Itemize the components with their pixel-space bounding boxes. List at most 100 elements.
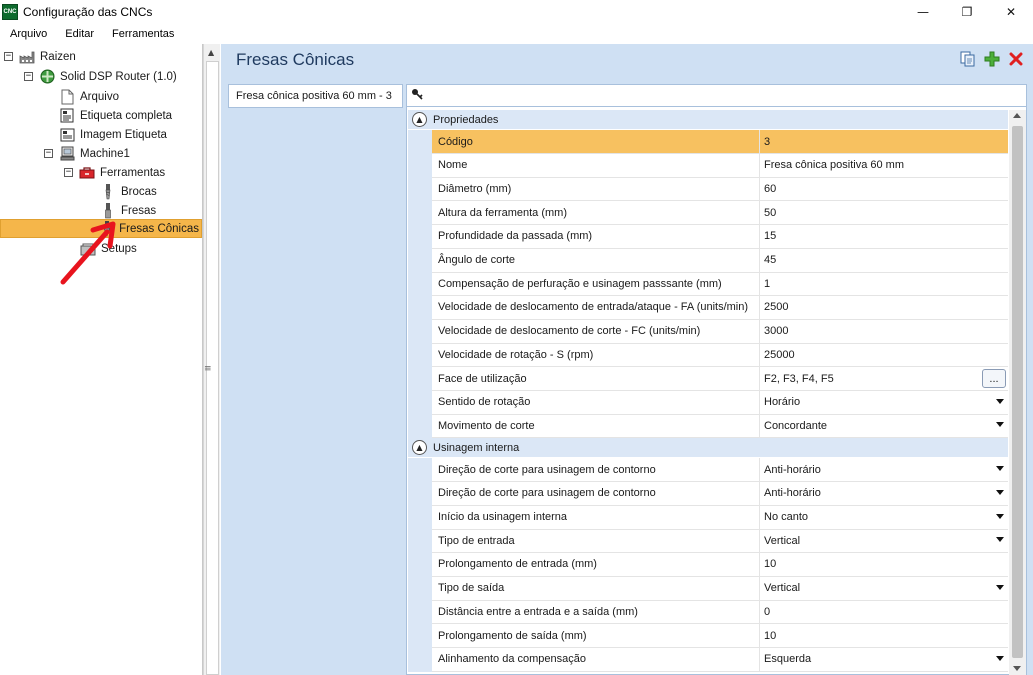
- property-value[interactable]: Horário: [760, 391, 1008, 415]
- property-row[interactable]: Tipo de saída Vertical: [408, 576, 1008, 601]
- property-value[interactable]: 0: [760, 600, 1008, 625]
- dropdown-arrow-icon[interactable]: [996, 489, 1004, 495]
- tree-node-etiqueta-completa[interactable]: Etiqueta completa: [59, 106, 174, 125]
- tree-node-imagem-etiqueta[interactable]: Imagem Etiqueta: [59, 125, 169, 144]
- property-row[interactable]: Nome Fresa cônica positiva 60 mm: [408, 153, 1008, 178]
- property-value[interactable]: No canto: [760, 506, 1008, 530]
- scroll-up-icon[interactable]: ▲: [208, 48, 214, 57]
- property-row[interactable]: Prolongamento de saída (mm) 10: [408, 624, 1008, 648]
- property-row[interactable]: Direção de corte para usinagem de contor…: [408, 481, 1008, 506]
- property-row[interactable]: Movimento de corte Concordante: [408, 414, 1008, 439]
- tree-node-arquivo[interactable]: Arquivo: [59, 87, 121, 106]
- scroll-up-icon[interactable]: [1013, 113, 1021, 118]
- property-value[interactable]: 3000: [760, 320, 1008, 344]
- property-row[interactable]: Tipo de entrada Vertical: [408, 529, 1008, 554]
- property-value[interactable]: 60: [760, 177, 1008, 202]
- property-row[interactable]: Ângulo de corte 45: [408, 248, 1008, 273]
- property-value[interactable]: Vertical: [760, 577, 1008, 601]
- row-gutter: [408, 343, 432, 368]
- property-value-text: F2, F3, F4, F5: [764, 372, 834, 385]
- property-row[interactable]: Prolongamento de entrada (mm) 10: [408, 552, 1008, 577]
- ellipsis-button[interactable]: ...: [982, 369, 1006, 388]
- property-grid-scrollbar[interactable]: [1009, 110, 1026, 675]
- property-value[interactable]: 25000: [760, 343, 1008, 368]
- dropdown-arrow-icon[interactable]: [996, 513, 1004, 519]
- row-gutter: [408, 224, 432, 249]
- row-gutter: [408, 481, 432, 506]
- tree-node-machine1[interactable]: − Machine1: [44, 144, 132, 163]
- dropdown-arrow-icon[interactable]: [996, 537, 1004, 543]
- tree-scrollbar[interactable]: ▲: [203, 44, 220, 675]
- search-bar[interactable]: [407, 85, 1026, 107]
- property-row[interactable]: Velocidade de deslocamento de entrada/at…: [408, 295, 1008, 320]
- dropdown-arrow-icon[interactable]: [996, 422, 1004, 428]
- property-row[interactable]: Alinhamento da compensação Esquerda: [408, 647, 1008, 672]
- collapse-icon[interactable]: −: [24, 72, 33, 81]
- property-value[interactable]: 2500: [760, 296, 1008, 320]
- property-value[interactable]: F2, F3, F4, F5...: [760, 367, 1008, 391]
- property-value[interactable]: 3: [760, 130, 1008, 154]
- category-usinagem_interna[interactable]: ▲ Usinagem interna: [408, 438, 1008, 458]
- menu-editar[interactable]: Editar: [56, 24, 103, 44]
- minimize-button[interactable]: —: [901, 0, 945, 24]
- category-label: Usinagem interna: [433, 441, 520, 454]
- collapse-icon[interactable]: −: [4, 52, 13, 61]
- property-value-text: 2500: [764, 301, 789, 314]
- property-value[interactable]: Anti-horário: [760, 482, 1008, 506]
- tree-node-raizen[interactable]: − Raizen: [4, 47, 78, 66]
- property-value[interactable]: 50: [760, 201, 1008, 226]
- collapse-icon[interactable]: −: [64, 168, 73, 177]
- tree-node-setups[interactable]: Setups: [80, 239, 139, 258]
- maximize-button[interactable]: ❐: [945, 0, 989, 24]
- property-row[interactable]: Altura da ferramenta (mm) 50: [408, 201, 1008, 226]
- scroll-thumb[interactable]: [1012, 126, 1023, 658]
- property-row[interactable]: Sentido de rotação Horário: [408, 390, 1008, 415]
- tool-list-item[interactable]: Fresa cônica positiva 60 mm - 3: [228, 84, 403, 108]
- tree-node-fresas-conicas[interactable]: Fresas Cônicas: [0, 219, 202, 238]
- row-gutter: [408, 458, 432, 483]
- property-value[interactable]: Esquerda: [760, 648, 1008, 672]
- delete-icon[interactable]: [1007, 50, 1025, 68]
- dropdown-arrow-icon[interactable]: [996, 398, 1004, 404]
- add-icon[interactable]: [983, 50, 1001, 68]
- property-row[interactable]: Diâmetro (mm) 60: [408, 177, 1008, 202]
- property-value[interactable]: Vertical: [760, 529, 1008, 554]
- property-row[interactable]: Início da usinagem interna No canto: [408, 505, 1008, 530]
- tree-node-brocas[interactable]: Brocas: [100, 182, 159, 201]
- scroll-down-icon[interactable]: [1013, 666, 1021, 671]
- property-value[interactable]: 10: [760, 553, 1008, 577]
- property-value[interactable]: Anti-horário: [760, 458, 1008, 483]
- property-value[interactable]: 45: [760, 249, 1008, 273]
- tree-node-ferramentas[interactable]: − Ferramentas: [64, 163, 167, 182]
- property-row[interactable]: Profundidade da passada (mm) 15: [408, 224, 1008, 249]
- property-value[interactable]: Concordante: [760, 414, 1008, 439]
- property-value[interactable]: Fresa cônica positiva 60 mm: [760, 154, 1008, 178]
- category-propriedades[interactable]: ▲ Propriedades: [408, 110, 1008, 129]
- menu-arquivo[interactable]: Arquivo: [0, 24, 56, 44]
- tree-node-fresas[interactable]: Fresas: [100, 201, 158, 220]
- property-row[interactable]: Direção de corte para usinagem de contor…: [408, 458, 1008, 483]
- copy-icon[interactable]: [959, 50, 977, 68]
- property-row[interactable]: Face de utilização F2, F3, F4, F5...: [408, 367, 1008, 391]
- property-row[interactable]: Compensação de perfuração e usinagem pas…: [408, 272, 1008, 297]
- property-value[interactable]: 15: [760, 225, 1008, 249]
- collapse-chevron-icon[interactable]: ▲: [412, 112, 427, 127]
- dropdown-arrow-icon[interactable]: [996, 466, 1004, 472]
- splitter-grip-icon[interactable]: ≡: [204, 364, 212, 374]
- category-label: Propriedades: [433, 113, 499, 126]
- collapse-chevron-icon[interactable]: ▲: [412, 440, 427, 456]
- close-button[interactable]: ✕: [989, 0, 1033, 24]
- dropdown-arrow-icon[interactable]: [996, 584, 1004, 590]
- dropdown-arrow-icon[interactable]: [996, 655, 1004, 661]
- tree-node-router[interactable]: − Solid DSP Router (1.0): [24, 67, 179, 86]
- property-value-text: 3000: [764, 325, 789, 338]
- collapse-icon[interactable]: −: [44, 149, 53, 158]
- property-row[interactable]: Velocidade de deslocamento de corte - FC…: [408, 319, 1008, 344]
- property-row[interactable]: Distância entre a entrada e a saída (mm)…: [408, 600, 1008, 625]
- row-gutter: [408, 248, 432, 273]
- property-value[interactable]: 10: [760, 624, 1008, 648]
- menu-ferramentas[interactable]: Ferramentas: [103, 24, 183, 44]
- property-row[interactable]: Velocidade de rotação - S (rpm) 25000: [408, 343, 1008, 368]
- property-row[interactable]: Código 3: [408, 130, 1008, 154]
- property-value[interactable]: 1: [760, 272, 1008, 297]
